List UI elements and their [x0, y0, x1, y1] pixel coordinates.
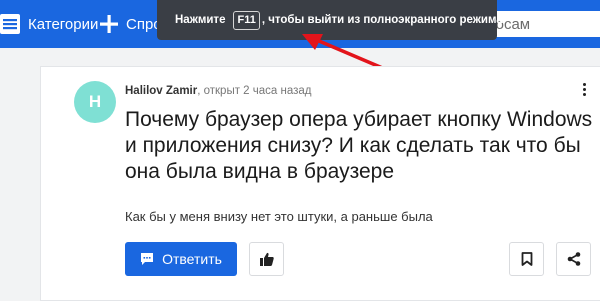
author-link[interactable]: Halilov Zamir — [125, 85, 197, 97]
question-time: , открыт 2 часа назад — [197, 85, 312, 97]
thumbs-up-icon — [259, 252, 274, 266]
bookmark-button[interactable] — [509, 242, 544, 276]
fullscreen-exit-notice: Нажмите F11 , чтобы выйти из полноэкранн… — [157, 0, 503, 40]
more-vertical-icon[interactable] — [580, 83, 588, 99]
share-icon — [567, 252, 581, 266]
avatar[interactable]: H — [74, 81, 116, 123]
categories-label: Категории — [28, 15, 99, 33]
plus-icon — [100, 15, 118, 33]
fullscreen-notice-suffix: , чтобы выйти из полноэкранного режима — [261, 14, 503, 26]
grid-icon — [0, 14, 20, 34]
question-body: Как бы у меня внизу нет это штуки, а ран… — [125, 209, 433, 224]
fullscreen-notice-prefix: Нажмите — [175, 14, 226, 26]
answer-button[interactable]: Ответить — [125, 242, 237, 276]
avatar-letter: H — [88, 92, 102, 111]
question-meta: Halilov Zamir, открыт 2 часа назад — [125, 85, 312, 97]
question-title: Почему браузер опера убирает кнопку Wind… — [125, 108, 593, 183]
categories-menu[interactable]: Категории — [0, 0, 98, 48]
answer-label: Ответить — [162, 251, 222, 267]
like-button[interactable] — [249, 242, 284, 276]
share-button[interactable] — [556, 242, 591, 276]
f11-key-badge: F11 — [233, 10, 260, 30]
comment-icon — [140, 252, 154, 266]
bookmark-icon — [521, 252, 533, 266]
